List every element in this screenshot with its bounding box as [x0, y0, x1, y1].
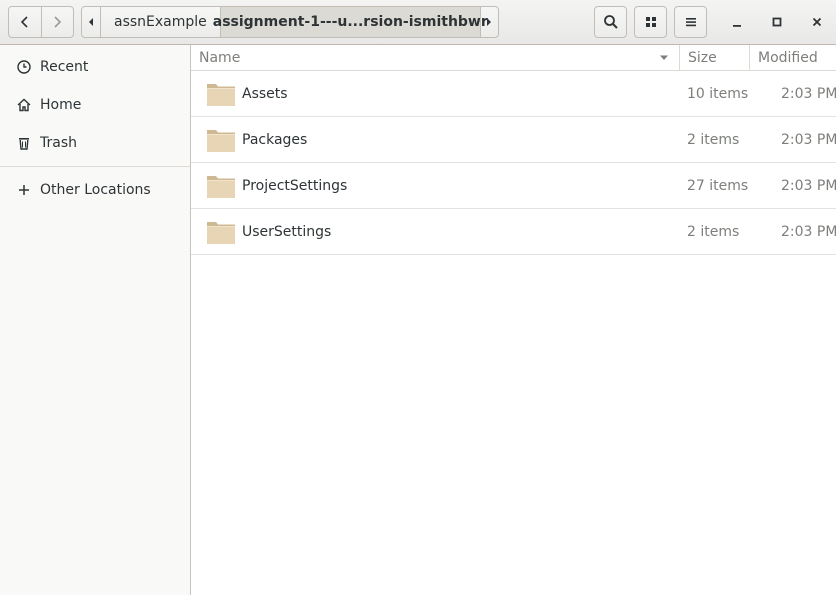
sidebar-item-other-locations[interactable]: Other Locations: [0, 171, 190, 209]
folder-icon: [207, 84, 235, 106]
column-modified-label: Modified: [758, 50, 818, 66]
sidebar-item-label: Other Locations: [40, 182, 151, 198]
file-name: Packages: [242, 132, 308, 148]
home-icon: [16, 97, 32, 113]
file-modified: 2:03 PM: [781, 178, 836, 194]
column-modified[interactable]: Modified: [749, 45, 836, 71]
back-button[interactable]: [9, 7, 41, 37]
search-button[interactable]: [594, 6, 627, 38]
file-modified: 2:03 PM: [781, 86, 836, 102]
file-size: 10 items: [687, 86, 749, 102]
grid-view-icon: [645, 17, 656, 27]
trash-icon: [16, 135, 32, 151]
minimize-icon: [733, 25, 741, 27]
column-name-label: Name: [199, 50, 241, 66]
chevron-right-icon: [54, 16, 62, 28]
triangle-left-icon: [88, 18, 93, 26]
folder-icon: [207, 130, 235, 152]
file-modified: 2:03 PM: [781, 132, 836, 148]
column-name[interactable]: Name: [191, 45, 679, 71]
sidebar-item-recent[interactable]: Recent: [0, 48, 190, 86]
search-icon: [603, 15, 618, 29]
minimize-button[interactable]: [725, 10, 749, 34]
breadcrumb-current-folder[interactable]: assignment-1---u...rsion-ismithbwr: [213, 7, 488, 37]
sidebar-item-label: Trash: [40, 135, 77, 151]
breadcrumb-assnexample[interactable]: assnExample: [99, 7, 220, 37]
sidebar: Recent Home Trash Other Locations: [0, 45, 191, 595]
sidebar-item-label: Recent: [40, 59, 89, 75]
column-size[interactable]: Size: [679, 45, 749, 71]
file-name: UserSettings: [242, 224, 332, 240]
path-scroll-right-button[interactable]: [479, 7, 498, 37]
table-row[interactable]: Assets 10 items 2:03 PM: [191, 71, 836, 117]
file-size: 27 items: [687, 178, 749, 194]
sort-down-icon: [660, 55, 668, 60]
triangle-right-icon: [487, 18, 492, 26]
menu-button[interactable]: [674, 6, 707, 38]
navigation-buttons: [8, 6, 74, 38]
clock-icon: [16, 59, 32, 75]
sidebar-item-trash[interactable]: Trash: [0, 124, 190, 162]
file-size: 2 items: [687, 224, 740, 240]
folder-icon: [207, 222, 235, 244]
plus-icon: [16, 182, 32, 198]
column-size-label: Size: [688, 50, 717, 66]
table-row[interactable]: ProjectSettings 27 items 2:03 PM: [191, 163, 836, 209]
sidebar-divider: [0, 166, 190, 167]
maximize-icon: [772, 17, 782, 27]
path-scroll-left-button[interactable]: [82, 7, 100, 37]
forward-button[interactable]: [40, 7, 73, 37]
path-bar: assnExample assignment-1---u...rsion-ism…: [81, 6, 499, 38]
sidebar-item-home[interactable]: Home: [0, 86, 190, 124]
maximize-button[interactable]: [765, 10, 789, 34]
file-name: Assets: [242, 86, 288, 102]
table-row[interactable]: UserSettings 2 items 2:03 PM: [191, 209, 836, 255]
header-bar: assnExample assignment-1---u...rsion-ism…: [0, 0, 836, 45]
file-size: 2 items: [687, 132, 740, 148]
close-icon: [812, 17, 822, 27]
folder-icon: [207, 176, 235, 198]
view-toggle-button[interactable]: [634, 6, 667, 38]
file-list: Name Size Modified Assets 10 items 2:03 …: [191, 45, 836, 595]
column-header: Name Size Modified: [191, 45, 836, 71]
hamburger-menu-icon: [685, 18, 696, 27]
file-modified: 2:03 PM: [781, 224, 836, 240]
chevron-left-icon: [20, 16, 28, 28]
sidebar-item-label: Home: [40, 97, 82, 113]
table-row[interactable]: Packages 2 items 2:03 PM: [191, 117, 836, 163]
file-name: ProjectSettings: [242, 178, 348, 194]
close-button[interactable]: [805, 10, 829, 34]
